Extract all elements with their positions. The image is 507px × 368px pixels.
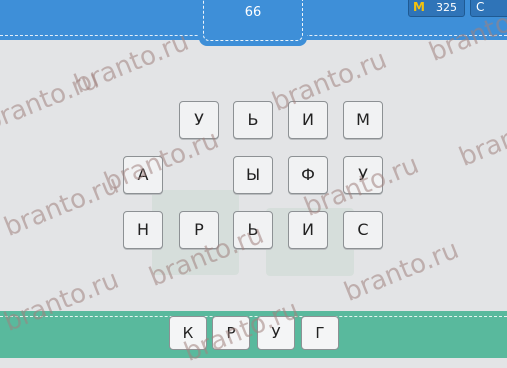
letter-tile[interactable]: Ь [233,211,273,249]
letter-tile[interactable]: У [343,156,383,194]
answer-letter-slot[interactable]: Г [301,316,339,350]
letter-tile[interactable]: Н [123,211,163,249]
menu-button[interactable]: С [470,0,507,17]
letter-tile[interactable]: Ы [233,156,273,194]
coins-value: 325 [436,1,457,14]
watermark: branto.ru [0,64,104,138]
coin-icon: M [413,0,425,14]
answer-letter-slot[interactable]: Р [212,316,250,350]
letter-tile[interactable]: М [343,101,383,139]
letter-tile[interactable]: Ф [288,156,328,194]
letter-tile[interactable]: И [288,211,328,249]
answer-letter-slot[interactable]: У [257,316,295,350]
menu-button-label: С [476,0,485,14]
answer-letter-slot[interactable]: К [169,316,207,350]
coins-counter[interactable]: M 325 [408,0,465,17]
watermark: branto.ru [455,99,507,173]
answer-bar [0,311,507,358]
letter-tile[interactable]: У [179,101,219,139]
level-number: 66 [244,5,262,20]
watermark: branto.ru [0,169,124,243]
letter-tile[interactable]: Ь [233,101,273,139]
letter-tile[interactable]: И [288,101,328,139]
letter-tile[interactable]: Р [179,211,219,249]
answer-bar-stitching [0,316,507,317]
letter-tile[interactable]: А [123,156,163,194]
level-indicator: 66 [199,0,307,46]
letter-tile[interactable]: С [343,211,383,249]
